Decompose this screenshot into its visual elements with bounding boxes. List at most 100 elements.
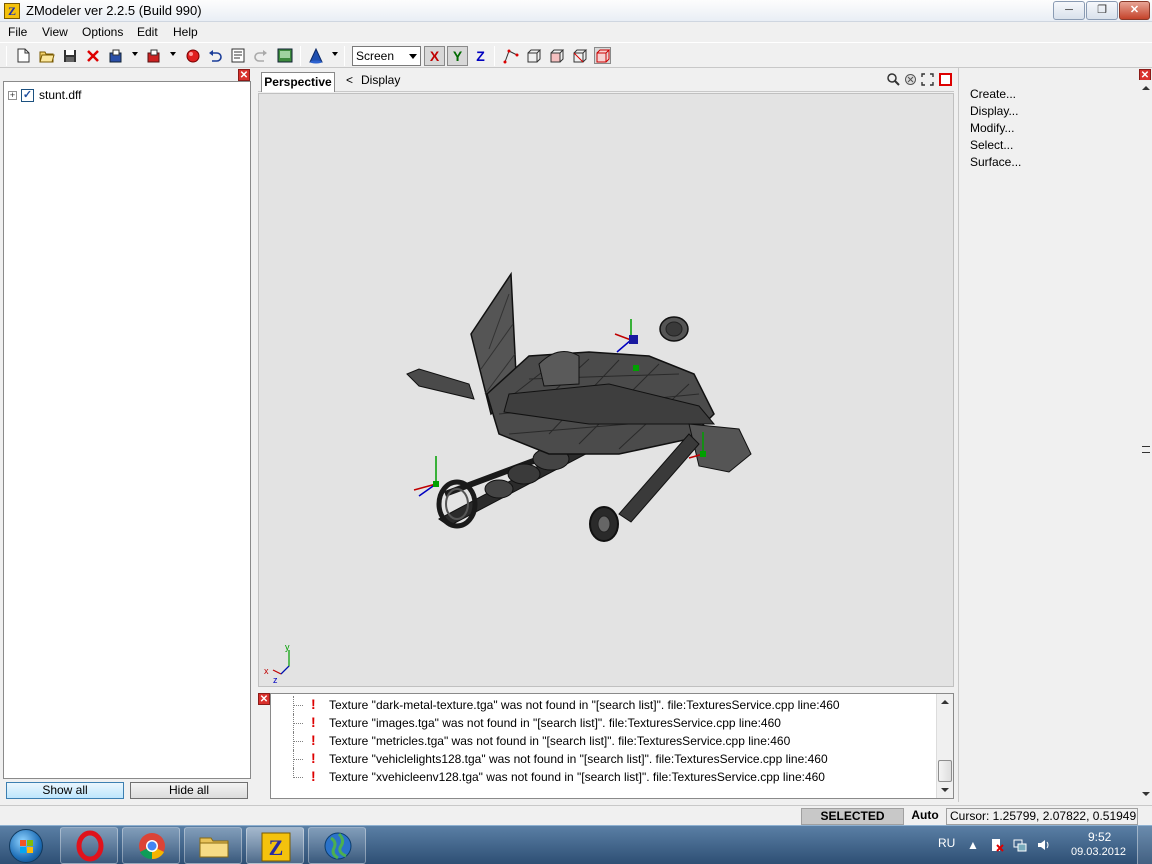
save-icon[interactable] — [61, 47, 78, 64]
log-entry[interactable]: ! Texture "dark-metal-texture.tga" was n… — [271, 696, 935, 714]
breadcrumb-display[interactable]: Display — [361, 73, 400, 87]
scroll-up-icon[interactable] — [1142, 86, 1150, 90]
show-desktop-button[interactable] — [1137, 826, 1152, 864]
stunt-plane-model — [406, 271, 752, 542]
scroll-up-icon[interactable] — [941, 700, 949, 704]
axis-y-toggle[interactable]: Y — [447, 46, 468, 66]
command-panel-scrollbar[interactable] — [1139, 80, 1152, 802]
zmodeler-app-icon[interactable]: Z — [4, 3, 20, 19]
toolbar-grip — [6, 46, 7, 66]
maximize-button[interactable]: ❐ — [1086, 1, 1118, 20]
close-icon[interactable]: ✕ — [238, 69, 250, 81]
log-message: Texture "xvehicleenv128.tga" was not fou… — [329, 770, 825, 784]
command-create[interactable]: Create... — [970, 87, 1016, 101]
action-center-icon[interactable] — [990, 838, 1004, 852]
menu-help[interactable]: Help — [173, 25, 198, 39]
face-mode-icon[interactable] — [548, 47, 565, 64]
main-toolbar: Screen X Y Z — [0, 42, 1152, 68]
menu-view[interactable]: View — [42, 25, 68, 39]
close-button[interactable]: ✕ — [1119, 1, 1150, 20]
cone-icon[interactable] — [307, 47, 324, 64]
selection-mode-indicator[interactable]: SELECTED MODE — [801, 808, 904, 838]
command-surface[interactable]: Surface... — [970, 155, 1021, 169]
log-entry[interactable]: ! Texture "metricles.tga" was not found … — [271, 732, 935, 750]
object-mode-icon[interactable] — [571, 47, 588, 64]
import-dropdown-icon[interactable] — [132, 52, 138, 56]
zmodeler-icon[interactable]: Z — [246, 827, 304, 864]
tree-item-label[interactable]: stunt.dff — [39, 88, 81, 102]
axis-x-toggle[interactable]: X — [424, 46, 445, 66]
model-render[interactable]: y x z — [259, 94, 953, 686]
export-dropdown-icon[interactable] — [170, 52, 176, 56]
scene-tree[interactable]: + ✓ stunt.dff — [3, 81, 251, 779]
new-file-icon[interactable] — [15, 47, 32, 64]
transform-gizmo-left — [413, 456, 439, 497]
log-scrollbar[interactable] — [936, 694, 953, 798]
expand-icon[interactable]: + — [8, 90, 17, 100]
tree-line — [293, 741, 303, 742]
language-indicator[interactable]: RU — [938, 836, 955, 850]
tree-line — [293, 705, 303, 706]
error-icon: ! — [311, 696, 316, 712]
hide-all-button[interactable]: Hide all — [130, 782, 248, 799]
record-icon[interactable] — [184, 47, 201, 64]
tab-perspective[interactable]: Perspective — [261, 72, 335, 92]
redo-icon[interactable] — [252, 47, 269, 64]
command-display[interactable]: Display... — [970, 104, 1018, 118]
menu-edit[interactable]: Edit — [137, 25, 158, 39]
scroll-down-icon[interactable] — [941, 788, 949, 792]
scroll-grip-icon[interactable] — [1142, 446, 1150, 453]
explorer-folder-icon[interactable] — [184, 827, 242, 864]
viewport-header: Perspective < Display — [258, 69, 954, 92]
network-icon[interactable] — [1013, 838, 1027, 852]
volume-icon[interactable] — [1037, 838, 1051, 852]
log-entry[interactable]: ! Texture "images.tga" was not found in … — [271, 714, 935, 732]
toolbar-separator — [300, 46, 301, 66]
show-all-button[interactable]: Show all — [6, 782, 124, 799]
close-icon[interactable]: ✕ — [258, 693, 270, 705]
auto-indicator[interactable]: Auto — [907, 808, 943, 825]
opera-icon[interactable] — [60, 827, 118, 864]
log-entry[interactable]: ! Texture "vehiclelights128.tga" was not… — [271, 750, 935, 768]
log-entry[interactable]: ! Texture "xvehicleenv128.tga" was not f… — [271, 768, 935, 786]
error-icon: ! — [311, 714, 316, 730]
log-panel: ✕ ! Texture "dark-metal-texture.tga" was… — [256, 690, 954, 802]
export-icon[interactable] — [145, 47, 162, 64]
chrome-icon[interactable] — [122, 827, 180, 864]
scroll-thumb[interactable] — [938, 760, 952, 782]
cone-dropdown-icon[interactable] — [332, 52, 338, 56]
vertex-mode-icon[interactable] — [502, 47, 519, 64]
start-button[interactable] — [3, 827, 51, 864]
zoom-icon[interactable] — [886, 73, 900, 87]
render-icon[interactable] — [276, 47, 293, 64]
perspective-viewport[interactable]: y x z — [258, 93, 954, 687]
command-select[interactable]: Select... — [970, 138, 1013, 152]
maximize-viewport-icon[interactable] — [938, 73, 952, 87]
box-mode-icon[interactable] — [525, 47, 542, 64]
properties-icon[interactable] — [229, 47, 246, 64]
coordinate-space-select[interactable]: Screen — [352, 46, 421, 66]
error-icon: ! — [311, 750, 316, 766]
open-folder-icon[interactable] — [38, 47, 55, 64]
scroll-down-icon[interactable] — [1142, 792, 1150, 796]
undo-icon[interactable] — [206, 47, 223, 64]
minimize-button[interactable]: ─ — [1053, 1, 1085, 20]
axis-z-toggle[interactable]: Z — [470, 46, 491, 66]
tree-item-stunt[interactable]: + ✓ stunt.dff — [8, 88, 81, 102]
globe-icon[interactable] — [308, 827, 366, 864]
menu-file[interactable]: File — [8, 25, 27, 39]
error-icon: ! — [311, 732, 316, 748]
log-list[interactable]: ! Texture "dark-metal-texture.tga" was n… — [270, 693, 954, 799]
menu-options[interactable]: Options — [82, 25, 123, 39]
visibility-checkbox[interactable]: ✓ — [21, 88, 34, 102]
clock-date[interactable]: 09.03.2012 — [1071, 846, 1126, 858]
command-modify[interactable]: Modify... — [970, 121, 1014, 135]
back-arrow-icon[interactable]: < — [346, 73, 353, 87]
delete-icon[interactable] — [84, 47, 101, 64]
show-hidden-icons-icon[interactable]: ▲ — [966, 838, 980, 852]
selection-mode-icon[interactable] — [594, 47, 611, 64]
clock-time[interactable]: 9:52 — [1088, 830, 1111, 844]
zoom-extents-icon[interactable] — [920, 73, 934, 87]
pan-hand-icon[interactable] — [903, 73, 917, 87]
import-icon[interactable] — [107, 47, 124, 64]
